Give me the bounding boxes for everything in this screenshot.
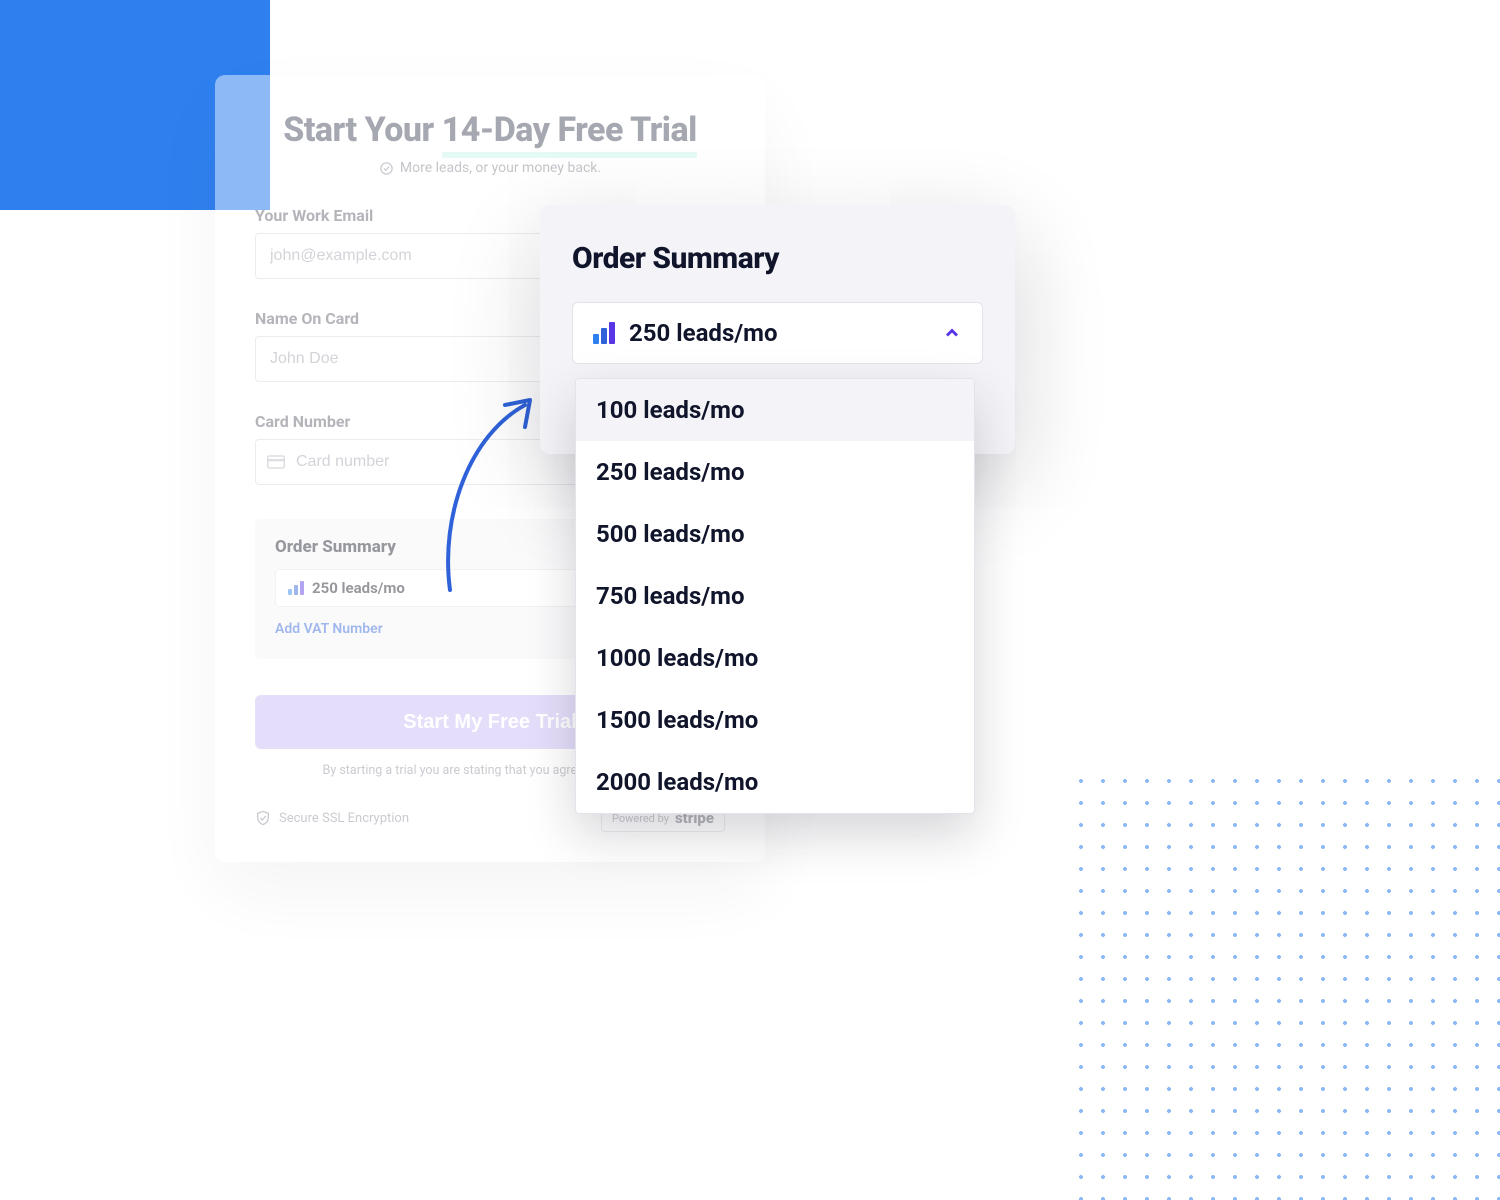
ssl-text: Secure SSL Encryption [279, 811, 409, 826]
subtitle-text: More leads, or your money back. [400, 160, 601, 176]
plan-option[interactable]: 100 leads/mo [576, 379, 974, 441]
plan-option[interactable]: 1500 leads/mo [576, 689, 974, 751]
shield-check-icon [255, 810, 271, 826]
plan-option[interactable]: 1000 leads/mo [576, 627, 974, 689]
decorative-dot-grid [1070, 770, 1500, 1200]
plan-dropdown[interactable]: 100 leads/mo250 leads/mo500 leads/mo750 … [575, 378, 975, 814]
plan-selected-small: 250 leads/mo [312, 579, 405, 597]
plan-option[interactable]: 250 leads/mo [576, 441, 974, 503]
credit-card-icon [267, 455, 285, 469]
bars-icon [288, 581, 304, 595]
plan-option[interactable]: 2000 leads/mo [576, 751, 974, 813]
chevron-up-icon [942, 323, 962, 343]
bars-icon [593, 322, 615, 344]
plan-option[interactable]: 500 leads/mo [576, 503, 974, 565]
plan-option[interactable]: 750 leads/mo [576, 565, 974, 627]
check-badge-icon [379, 161, 394, 176]
order-summary-title: Order Summary [572, 241, 983, 276]
title-plain: Start Your [283, 110, 441, 150]
plan-select[interactable]: 250 leads/mo [572, 302, 983, 364]
plan-selected: 250 leads/mo [629, 319, 778, 347]
title-highlight: 14-Day Free Trial [442, 110, 697, 158]
ssl-badge: Secure SSL Encryption [255, 810, 409, 826]
page-title: Start Your 14-Day Free Trial [255, 110, 725, 150]
add-vat-link[interactable]: Add VAT Number [275, 621, 383, 637]
subtitle-row: More leads, or your money back. [255, 160, 725, 176]
